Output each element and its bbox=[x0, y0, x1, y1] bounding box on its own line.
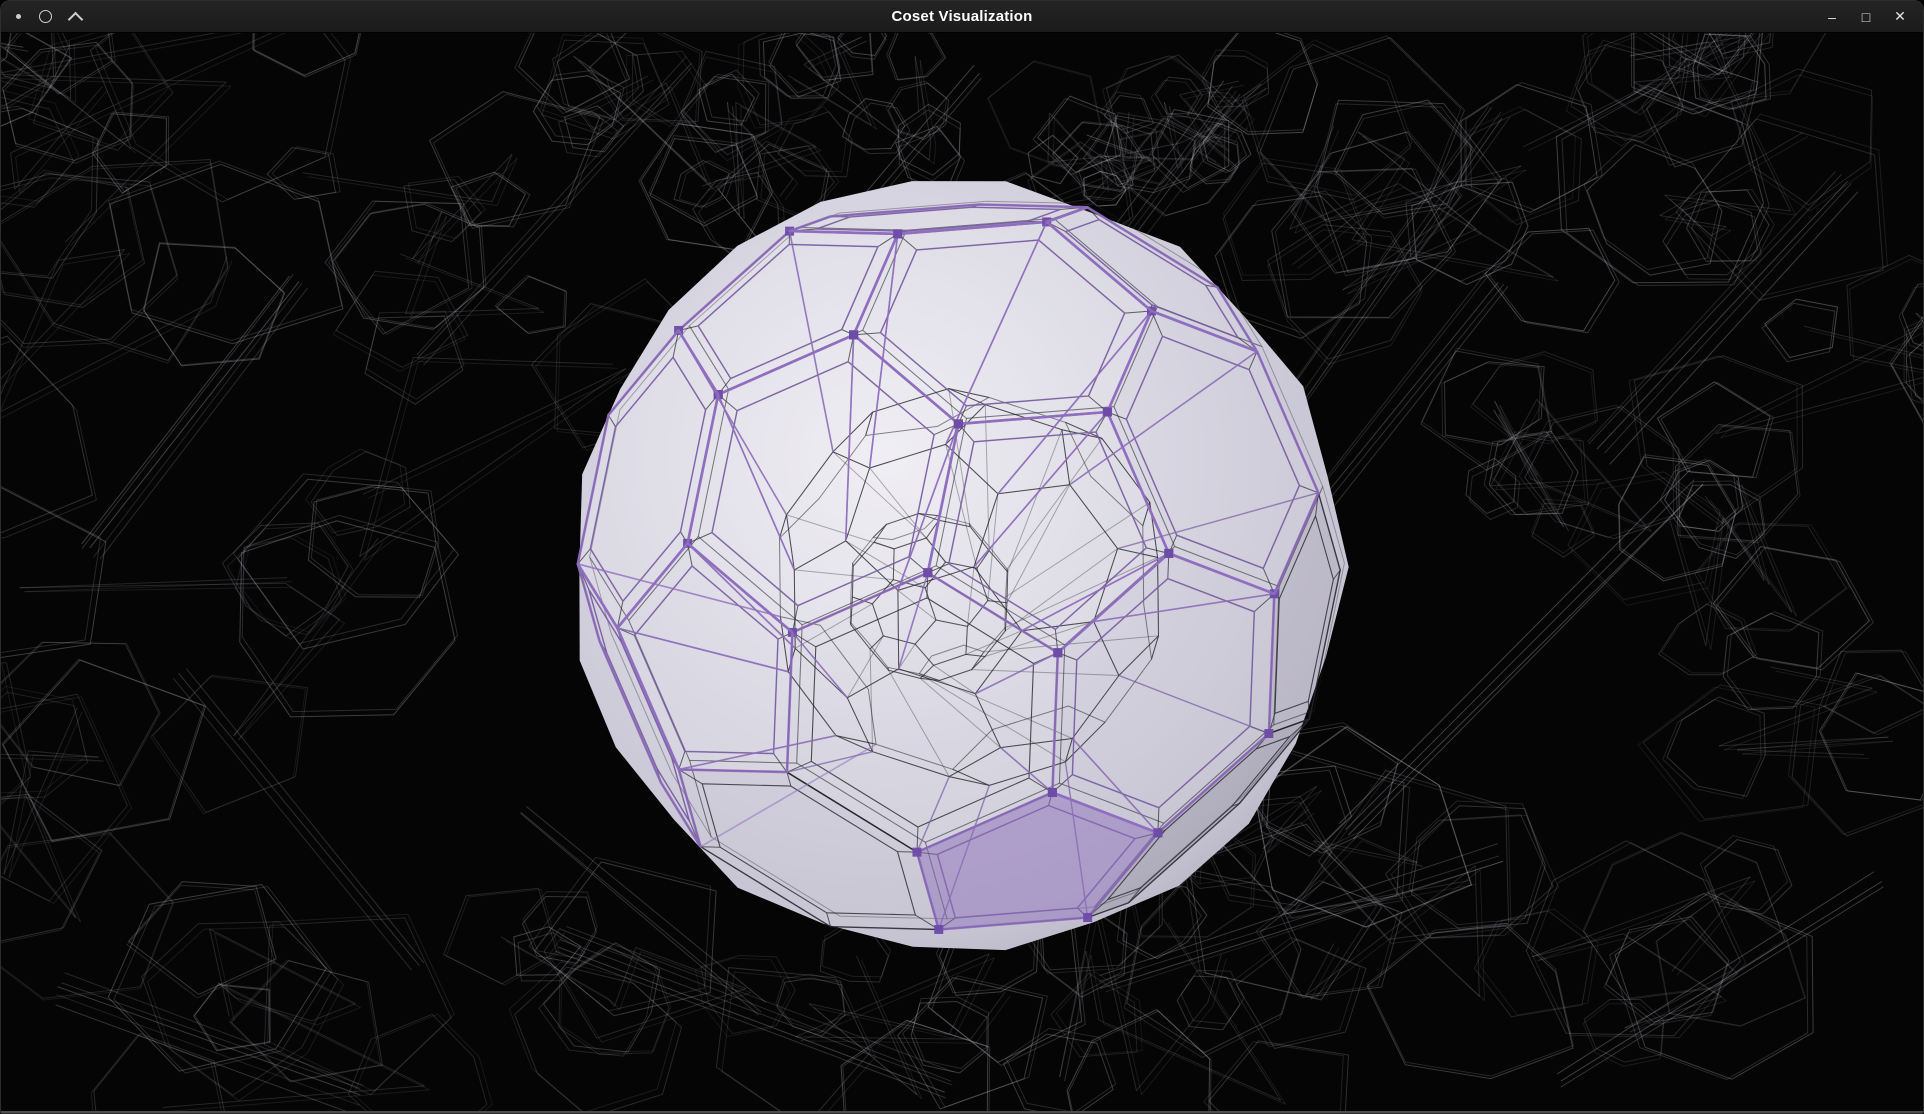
close-button[interactable]: ✕ bbox=[1886, 4, 1914, 30]
coset-3d-render bbox=[1, 33, 1923, 1111]
dot-indicator-icon[interactable] bbox=[16, 14, 21, 19]
app-window: Coset Visualization – □ ✕ bbox=[0, 0, 1924, 1114]
titlebar-left-icons bbox=[1, 10, 81, 23]
maximize-button[interactable]: □ bbox=[1852, 4, 1880, 30]
visualization-canvas[interactable] bbox=[1, 33, 1923, 1114]
titlebar: Coset Visualization – □ ✕ bbox=[1, 1, 1923, 33]
record-circle-icon[interactable] bbox=[39, 10, 52, 23]
chevron-up-icon[interactable] bbox=[68, 12, 84, 28]
minimize-button[interactable]: – bbox=[1818, 4, 1846, 30]
window-controls: – □ ✕ bbox=[1818, 4, 1923, 30]
window-title: Coset Visualization bbox=[1, 8, 1923, 25]
